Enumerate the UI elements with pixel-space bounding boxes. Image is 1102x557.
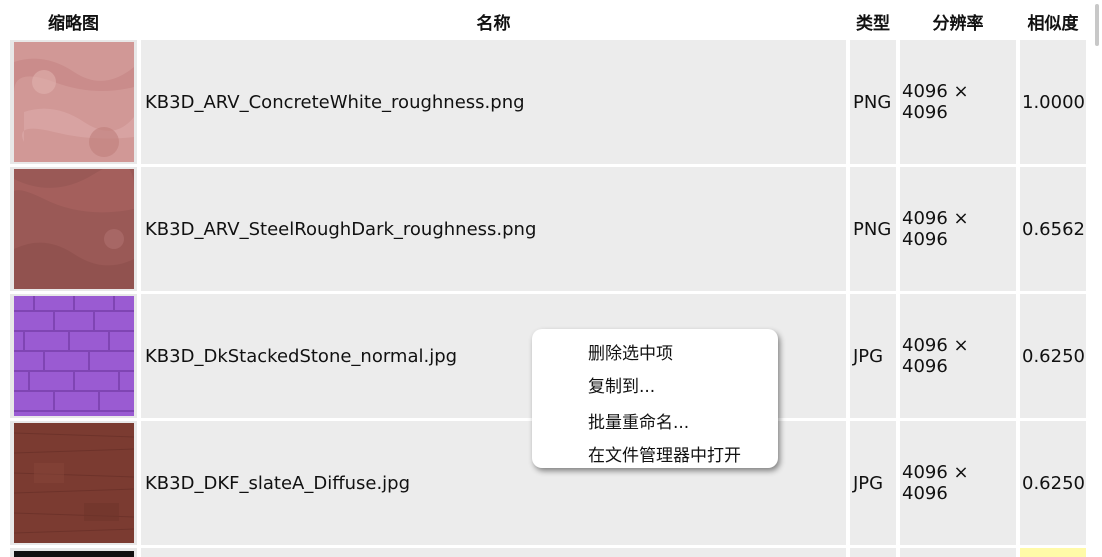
- thumbnail-image: [14, 296, 134, 416]
- resolution-cell: 4096 × 4096: [900, 421, 1016, 545]
- header-type-label: 类型: [856, 13, 890, 34]
- menu-item-open-in-file-manager[interactable]: 在文件管理器中打开: [588, 441, 741, 466]
- file-name: KB3D_DkStackedStone_normal.jpg: [145, 345, 458, 367]
- concrete-texture-thumbnail: [14, 42, 134, 162]
- thumbnail-cell: [10, 164, 137, 291]
- steel-texture-thumbnail: [12, 164, 134, 289]
- header-similarity[interactable]: 相似度: [1020, 4, 1086, 38]
- thumbnail-cell: [10, 294, 137, 418]
- thumbnail-image: [13, 423, 135, 543]
- similarity-cell: 0.6250: [1020, 294, 1086, 418]
- type-cell: [850, 548, 896, 557]
- file-type: PNG: [853, 218, 892, 240]
- thumbnail-cell: [10, 421, 137, 545]
- thumbnail-cell: [10, 40, 137, 164]
- header-type[interactable]: 类型: [850, 4, 896, 38]
- similarity-cell: 0.6562: [1020, 167, 1086, 291]
- similarity-cell: 0.6250: [1020, 421, 1086, 545]
- file-resolution: 4096 × 4096: [902, 208, 969, 250]
- name-cell: KB3D_ARV_SteelRoughDark_roughness.png: [141, 167, 846, 291]
- table-row[interactable]: KB3D_ARV_ConcreteWhite_roughness.png PNG…: [10, 40, 1088, 164]
- name-cell: KB3D_ARV_ConcreteWhite_roughness.png: [141, 40, 846, 164]
- vertical-scrollbar[interactable]: [1090, 0, 1102, 557]
- similarity-score: 0.6562: [1022, 218, 1085, 240]
- scrollbar-thumb[interactable]: [1095, 4, 1099, 46]
- menu-item-delete-selected[interactable]: 删除选中项: [588, 339, 673, 364]
- thumbnail-image: [12, 164, 134, 289]
- resolution-cell: [900, 548, 1016, 557]
- header-name[interactable]: 名称: [141, 4, 846, 38]
- header-resolution[interactable]: 分辨率: [900, 4, 1016, 38]
- type-cell: JPG: [850, 294, 896, 418]
- header-thumbnail-label: 缩略图: [48, 13, 99, 34]
- context-menu: 删除选中项 复制到... 批量重命名... 在文件管理器中打开: [532, 329, 778, 468]
- thumbnail-image: [14, 42, 134, 162]
- file-resolution: 4096 × 4096: [902, 462, 969, 504]
- type-cell: JPG: [850, 421, 896, 545]
- table-row[interactable]: KB3D_ARV_SteelRoughDark_roughness.png PN…: [10, 164, 1088, 291]
- header-similarity-label: 相似度: [1027, 13, 1079, 34]
- table-row[interactable]: [10, 548, 1088, 557]
- slate-diffuse-thumbnail: [13, 423, 135, 543]
- file-resolution: 4096 × 4096: [902, 81, 969, 123]
- thumbnail-image: [14, 551, 134, 557]
- similarity-score: 0.6250: [1022, 472, 1085, 494]
- similarity-score: 1.0000: [1022, 91, 1085, 113]
- menu-item-batch-rename[interactable]: 批量重命名...: [588, 408, 689, 433]
- name-cell: [141, 548, 846, 557]
- file-name: KB3D_DKF_slateA_Diffuse.jpg: [145, 472, 411, 494]
- stacked-stone-normal-thumbnail: [14, 296, 134, 416]
- header-name-label: 名称: [476, 13, 511, 34]
- file-name: KB3D_ARV_ConcreteWhite_roughness.png: [145, 91, 525, 113]
- resolution-cell: 4096 × 4096: [900, 167, 1016, 291]
- menu-item-copy-to[interactable]: 复制到...: [588, 372, 655, 397]
- similarity-cell: 1.0000: [1020, 40, 1086, 164]
- file-name: KB3D_ARV_SteelRoughDark_roughness.png: [145, 218, 537, 240]
- file-type: JPG: [853, 472, 884, 494]
- similarity-score: 0.6250: [1022, 345, 1085, 367]
- similarity-cell: [1020, 548, 1086, 557]
- file-type: PNG: [853, 91, 892, 113]
- header-thumbnail[interactable]: 缩略图: [10, 4, 137, 38]
- file-resolution: 4096 × 4096: [902, 335, 969, 377]
- header-resolution-label: 分辨率: [932, 13, 984, 34]
- thumbnail-cell: [10, 548, 137, 557]
- resolution-cell: 4096 × 4096: [900, 40, 1016, 164]
- type-cell: PNG: [850, 167, 896, 291]
- file-type: JPG: [853, 345, 884, 367]
- type-cell: PNG: [850, 40, 896, 164]
- resolution-cell: 4096 × 4096: [900, 294, 1016, 418]
